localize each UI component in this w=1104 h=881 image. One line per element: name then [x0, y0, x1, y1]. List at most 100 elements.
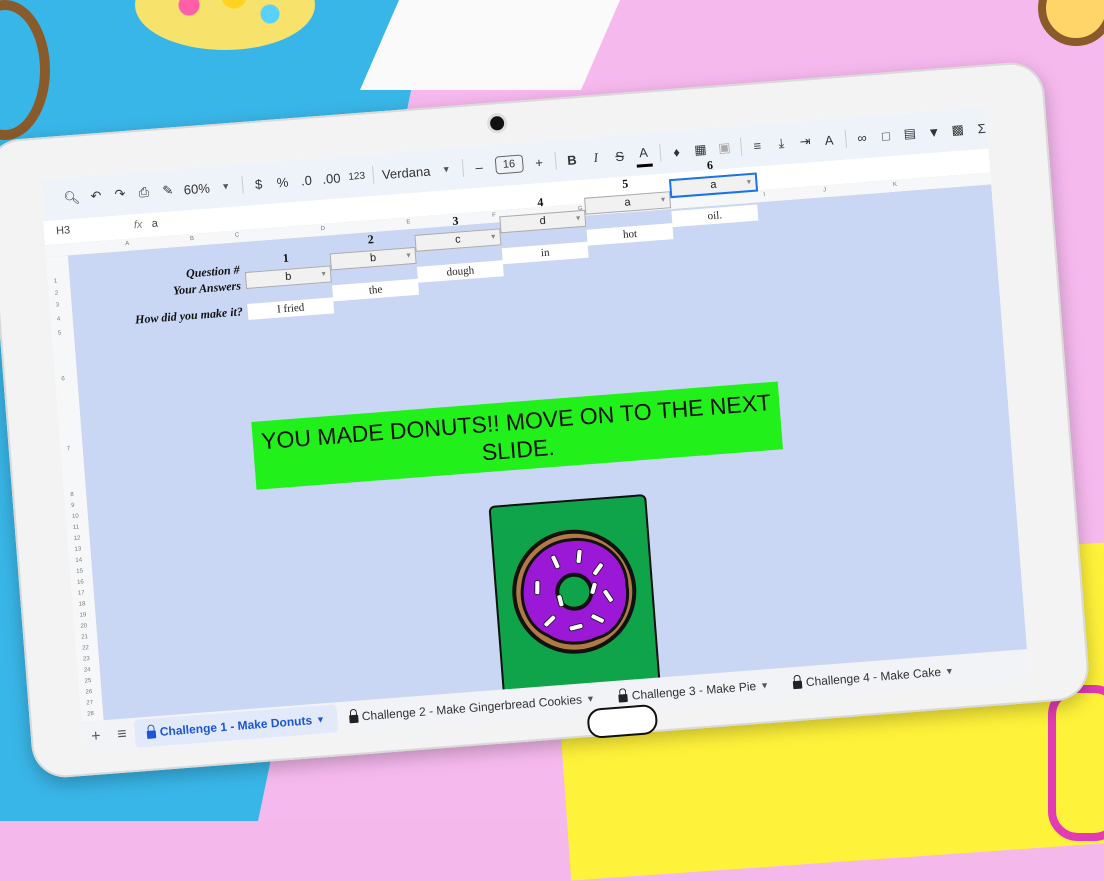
font-size-decrease-button[interactable]: –: [470, 155, 488, 178]
redo-icon[interactable]: ↷: [111, 183, 129, 206]
strikethrough-button[interactable]: S: [611, 144, 629, 167]
row-number[interactable]: 27: [86, 700, 93, 706]
sentence-cell-2[interactable]: the: [332, 278, 420, 302]
row-number[interactable]: 10: [72, 514, 79, 520]
formula-input[interactable]: a: [151, 218, 158, 230]
home-button[interactable]: [586, 703, 659, 740]
sentence-cell-1[interactable]: I fried: [247, 297, 335, 320]
sentence-cell-4[interactable]: in: [501, 241, 589, 265]
chevron-down-icon[interactable]: ▼: [659, 193, 667, 208]
row-number[interactable]: 5: [58, 330, 62, 336]
column-header-k[interactable]: K: [893, 182, 897, 188]
chevron-down-icon[interactable]: ▼: [437, 158, 455, 181]
row-number[interactable]: 12: [74, 535, 81, 541]
paint-format-icon[interactable]: ✎: [159, 179, 177, 202]
tab-label: Challenge 3 - Make Pie: [631, 679, 757, 703]
currency-button[interactable]: $: [250, 172, 268, 195]
bold-button[interactable]: B: [563, 148, 581, 171]
answer-dropdown-2[interactable]: b ▼: [329, 246, 417, 271]
add-sheet-button[interactable]: +: [82, 727, 109, 747]
row-number[interactable]: 8: [70, 492, 74, 498]
row-number[interactable]: 22: [82, 645, 89, 651]
chart-icon[interactable]: ▤: [901, 122, 919, 145]
fx-icon: fx: [133, 218, 143, 232]
sentence-cell-6[interactable]: oil.: [671, 204, 759, 228]
italic-button[interactable]: I: [587, 146, 605, 169]
row-number[interactable]: 19: [79, 612, 86, 618]
number-format-button[interactable]: 123: [348, 165, 366, 188]
chevron-down-icon[interactable]: ▼: [745, 175, 753, 190]
row-number[interactable]: 18: [79, 601, 86, 607]
toolbar-divider: [658, 143, 662, 162]
row-number[interactable]: 13: [74, 546, 81, 552]
row-number[interactable]: 6: [61, 376, 65, 382]
column-header-d[interactable]: D: [320, 226, 325, 232]
column-header-e[interactable]: E: [406, 219, 410, 225]
row-number[interactable]: 15: [76, 568, 83, 574]
toolbar-divider: [372, 165, 375, 184]
row-number[interactable]: 21: [81, 634, 88, 640]
sentence-cell-3[interactable]: dough: [416, 260, 504, 283]
chevron-down-icon[interactable]: ▼: [405, 248, 413, 263]
row-number[interactable]: 24: [84, 667, 91, 673]
row-number[interactable]: 16: [77, 579, 84, 585]
zoom-select[interactable]: 60%: [183, 177, 211, 201]
all-sheets-menu-icon[interactable]: ≡: [108, 725, 135, 745]
text-rotate-icon[interactable]: A: [820, 128, 838, 151]
chevron-down-icon[interactable]: ▼: [489, 230, 497, 245]
answer-value: d: [539, 214, 547, 228]
search-icon[interactable]: 🔍︎: [63, 187, 81, 210]
filter-views-icon[interactable]: ▩: [949, 118, 967, 141]
background-white-paper: [360, 0, 620, 90]
name-box[interactable]: H3: [56, 224, 71, 237]
sentence-cell-5[interactable]: hot: [586, 223, 674, 246]
row-number[interactable]: 1: [54, 278, 58, 284]
row-number[interactable]: 17: [78, 590, 85, 596]
column-header-a[interactable]: A: [125, 241, 129, 247]
row-number[interactable]: 20: [80, 623, 87, 629]
chevron-down-icon[interactable]: ▼: [760, 680, 770, 691]
chevron-down-icon[interactable]: ▼: [586, 693, 596, 704]
comment-icon[interactable]: □: [877, 124, 895, 147]
row-number[interactable]: 25: [84, 678, 91, 684]
percent-button[interactable]: %: [274, 170, 292, 193]
chevron-down-icon[interactable]: ▼: [945, 666, 955, 677]
font-size-increase-button[interactable]: +: [530, 151, 548, 174]
decrease-decimal-button[interactable]: .0: [298, 168, 316, 191]
row-number[interactable]: 4: [57, 316, 61, 322]
row-number[interactable]: 26: [85, 689, 92, 695]
horizontal-align-icon[interactable]: ≡: [749, 134, 767, 157]
row-number[interactable]: 2: [55, 290, 59, 296]
toolbar-divider: [844, 129, 847, 148]
row-number[interactable]: 14: [75, 557, 82, 563]
chevron-down-icon[interactable]: ▼: [574, 211, 582, 226]
chevron-down-icon[interactable]: ▼: [316, 714, 326, 725]
vertical-align-icon[interactable]: ⤓: [772, 132, 790, 155]
answer-value: a: [624, 196, 632, 209]
row-number[interactable]: 7: [67, 446, 71, 452]
row-number[interactable]: 11: [73, 525, 80, 531]
print-icon[interactable]: ⎙: [135, 181, 153, 204]
answer-dropdown-1[interactable]: b ▼: [244, 265, 332, 290]
filter-icon[interactable]: ▼: [925, 120, 943, 143]
column-header-c[interactable]: C: [235, 232, 240, 238]
text-color-button[interactable]: A: [634, 141, 653, 168]
link-icon[interactable]: ∞: [853, 126, 871, 149]
font-size-input[interactable]: 16: [494, 154, 524, 175]
column-header-b[interactable]: B: [190, 236, 194, 242]
text-wrap-icon[interactable]: ⇥: [796, 130, 814, 153]
chevron-down-icon[interactable]: ▼: [320, 267, 328, 282]
row-number[interactable]: 9: [71, 503, 75, 509]
row-number[interactable]: 28: [87, 711, 94, 717]
row-number[interactable]: 3: [56, 302, 60, 308]
lock-icon: [792, 680, 803, 690]
row-number[interactable]: 23: [83, 656, 90, 662]
chevron-down-icon[interactable]: ▼: [217, 175, 235, 198]
undo-icon[interactable]: ↶: [87, 185, 105, 208]
answer-dropdown-3[interactable]: c ▼: [414, 228, 502, 252]
font-select[interactable]: Verdana: [381, 160, 431, 186]
column-header-j[interactable]: J: [823, 187, 826, 193]
increase-decimal-button[interactable]: .00: [322, 166, 342, 189]
column-header-i[interactable]: I: [763, 192, 765, 198]
sheet-grid: Question # Your Answers How did you make…: [68, 158, 1028, 725]
